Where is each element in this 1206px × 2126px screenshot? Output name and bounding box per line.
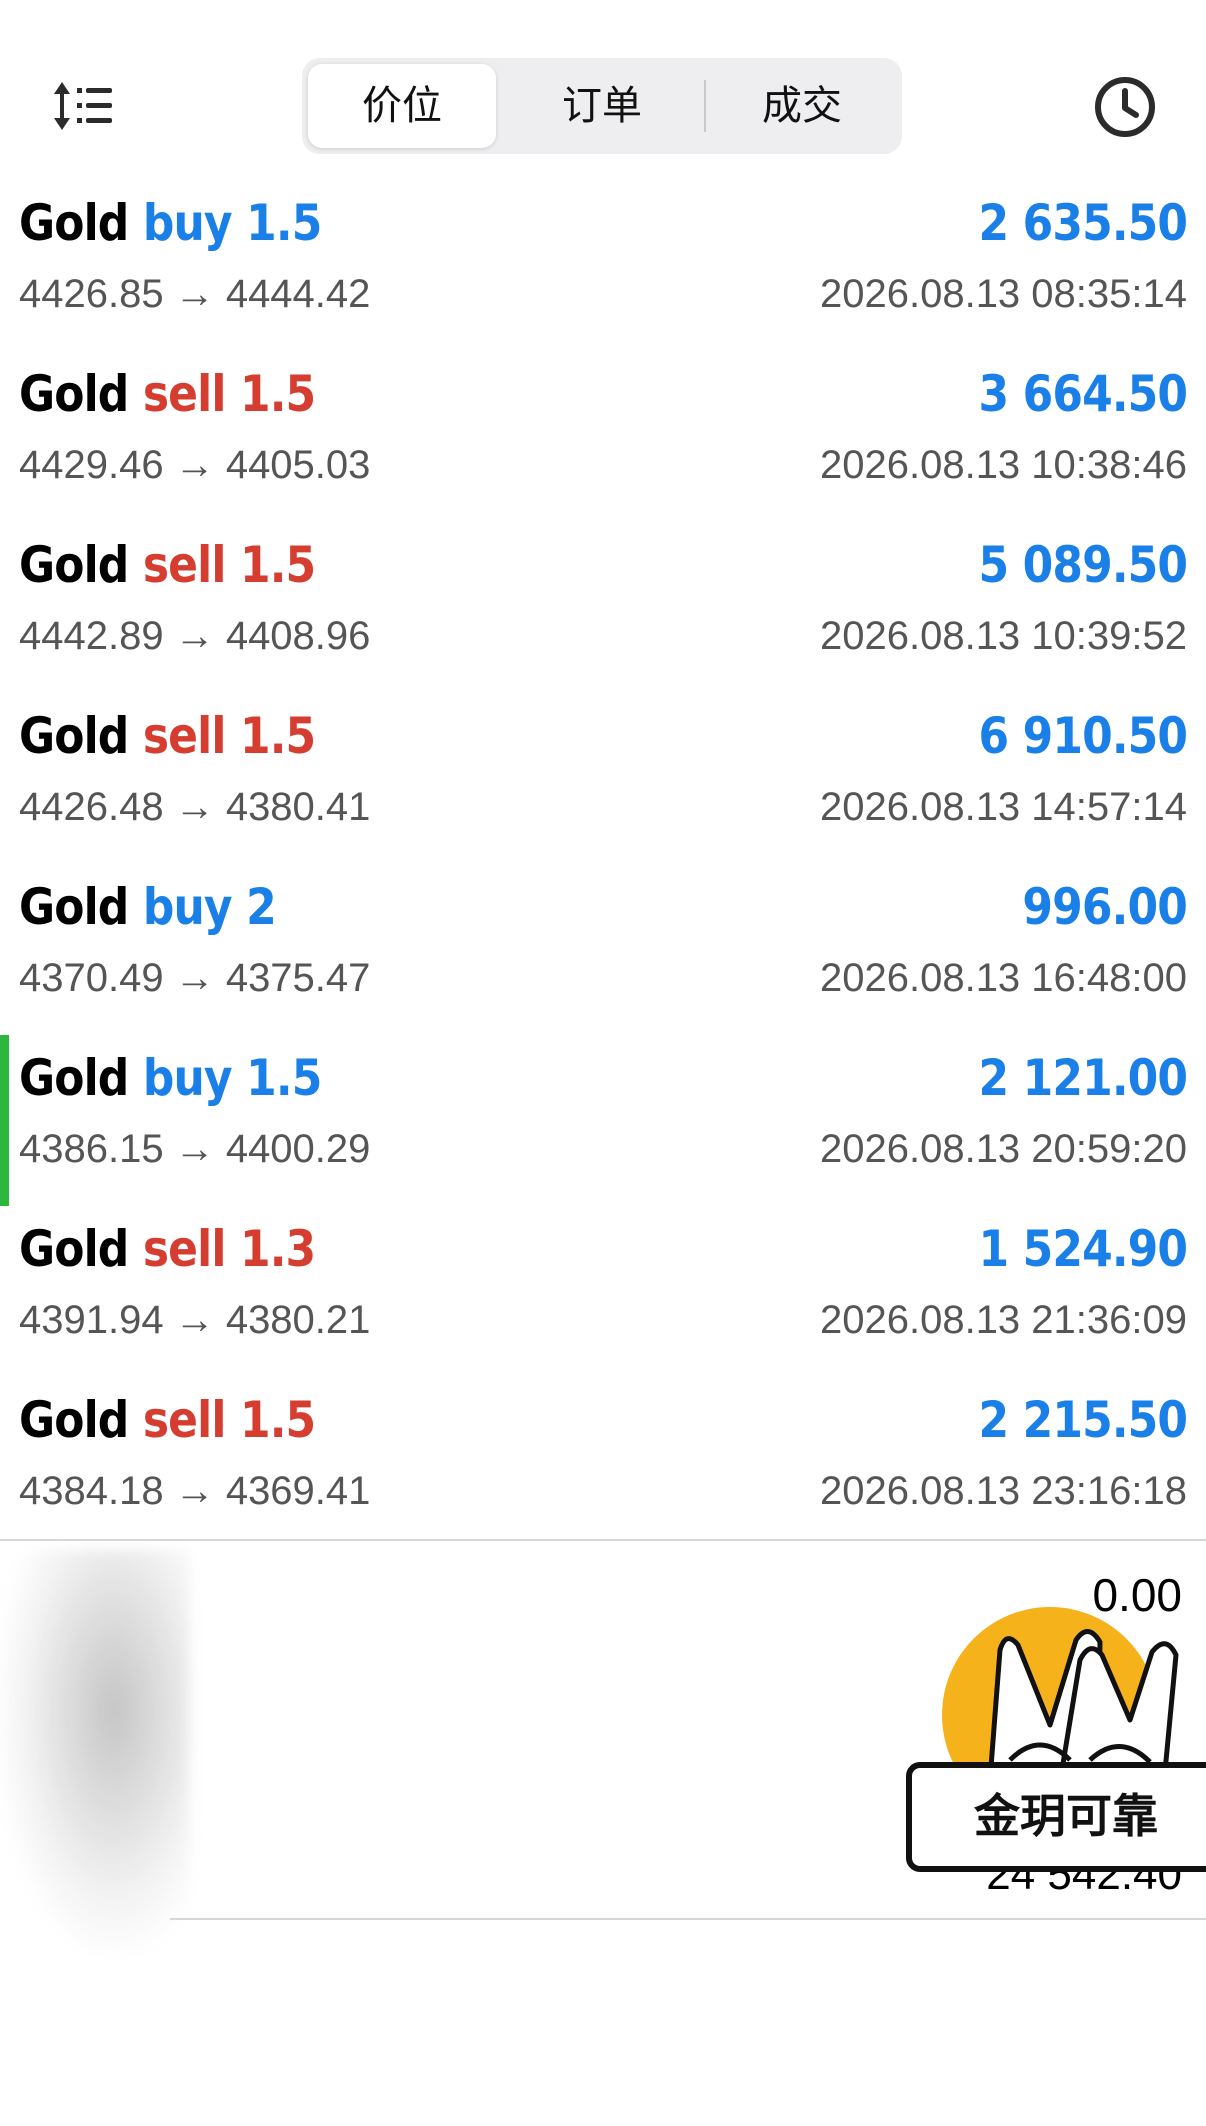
deal-row[interactable]: Gold sell 1.5 2 215.50 4384.18 → 4369.41…: [0, 1377, 1206, 1548]
deal-profit: 3 664.50: [978, 365, 1188, 423]
deal-side: sell: [142, 365, 227, 423]
deal-title: Gold sell 1.3: [19, 1220, 316, 1278]
deal-side: buy: [142, 878, 233, 936]
deal-volume: 1.5: [239, 536, 316, 594]
deal-title: Gold buy 1.5: [19, 1049, 322, 1107]
deal-side: sell: [142, 536, 227, 594]
tab-quotes[interactable]: 价位: [308, 64, 496, 148]
deal-symbol: Gold: [19, 707, 129, 765]
deal-prices: 4442.89 → 4408.96: [19, 614, 371, 658]
tab-deals[interactable]: 成交: [708, 64, 896, 148]
sticker-label: 金玥可靠: [906, 1762, 1206, 1872]
deal-row[interactable]: Gold sell 1.3 1 524.90 4391.94 → 4380.21…: [0, 1206, 1206, 1377]
deal-profit: 6 910.50: [978, 707, 1188, 765]
deal-symbol: Gold: [19, 1391, 129, 1449]
deals-list: Gold buy 1.5 2 635.50 4426.85 → 4444.42 …: [0, 180, 1206, 1548]
deal-prices: 4386.15 → 4400.29: [19, 1127, 371, 1171]
deal-row[interactable]: Gold sell 1.5 6 910.50 4426.48 → 4380.41…: [0, 693, 1206, 864]
selected-marker: [0, 1035, 9, 1206]
deal-prices: 4384.18 → 4369.41: [19, 1469, 371, 1513]
segmented-control: 价位 订单 成交: [302, 58, 902, 154]
deal-volume: 1.5: [239, 365, 316, 423]
deal-volume: 2: [246, 878, 277, 936]
deal-profit: 1 524.90: [978, 1220, 1188, 1278]
deal-side: sell: [142, 707, 227, 765]
clock-icon[interactable]: [1090, 72, 1160, 142]
deal-side: sell: [142, 1220, 227, 1278]
deal-profit: 2 635.50: [978, 194, 1188, 252]
deal-prices: 4429.46 → 4405.03: [19, 443, 371, 487]
deal-symbol: Gold: [19, 1220, 129, 1278]
blurred-summary-labels: [0, 1550, 190, 1950]
deal-profit: 2 215.50: [978, 1391, 1188, 1449]
deal-side: sell: [142, 1391, 227, 1449]
deal-prices: 4426.85 → 4444.42: [19, 272, 371, 316]
deal-side: buy: [142, 1049, 233, 1107]
tab-orders[interactable]: 订单: [508, 64, 696, 148]
deal-row[interactable]: Gold sell 1.5 3 664.50 4429.46 → 4405.03…: [0, 351, 1206, 522]
deal-symbol: Gold: [19, 536, 129, 594]
deal-symbol: Gold: [19, 194, 129, 252]
deal-row[interactable]: Gold sell 1.5 5 089.50 4442.89 → 4408.96…: [0, 522, 1206, 693]
deal-prices: 4426.48 → 4380.41: [19, 785, 371, 829]
deal-symbol: Gold: [19, 365, 129, 423]
deal-prices: 4391.94 → 4380.21: [19, 1298, 371, 1342]
deal-time: 2026.08.13 10:38:46: [819, 443, 1187, 487]
deal-volume: 1.5: [246, 1049, 322, 1107]
deal-time: 2026.08.13 10:39:52: [819, 614, 1187, 658]
deal-volume: 1.5: [239, 707, 316, 765]
deal-volume: 1.5: [239, 1391, 316, 1449]
deal-volume: 1.5: [246, 194, 322, 252]
deal-side: buy: [142, 194, 233, 252]
deal-title: Gold sell 1.5: [19, 1391, 316, 1449]
deal-time: 2026.08.13 14:57:14: [819, 785, 1187, 829]
deal-title: Gold sell 1.5: [19, 536, 316, 594]
deal-time: 2026.08.13 20:59:20: [819, 1127, 1187, 1171]
deal-time: 2026.08.13 08:35:14: [819, 272, 1187, 316]
deal-symbol: Gold: [19, 878, 129, 936]
deal-symbol: Gold: [19, 1049, 129, 1107]
deal-title: Gold buy 2: [19, 878, 277, 936]
deal-title: Gold sell 1.5: [19, 365, 316, 423]
deal-title: Gold sell 1.5: [19, 707, 316, 765]
deal-time: 2026.08.13 21:36:09: [819, 1298, 1187, 1342]
summary-divider: [0, 1539, 1206, 1541]
deal-title: Gold buy 1.5: [19, 194, 322, 252]
segment-divider: [704, 80, 706, 132]
deal-profit: 2 121.00: [978, 1049, 1188, 1107]
deal-time: 2026.08.13 16:48:00: [819, 956, 1187, 1000]
deal-volume: 1.3: [239, 1220, 316, 1278]
deal-profit: 996.00: [1022, 878, 1187, 936]
deal-prices: 4370.49 → 4375.47: [19, 956, 371, 1000]
deal-row[interactable]: Gold buy 1.5 2 635.50 4426.85 → 4444.42 …: [0, 180, 1206, 351]
sort-icon[interactable]: [50, 78, 116, 134]
deal-row[interactable]: Gold buy 2 996.00 4370.49 → 4375.47 2026…: [0, 864, 1206, 1035]
bottom-divider: [170, 1918, 1206, 1920]
toolbar: 价位 订单 成交: [0, 0, 1206, 180]
deal-row-selected[interactable]: Gold buy 1.5 2 121.00 4386.15 → 4400.29 …: [0, 1035, 1206, 1206]
deal-time: 2026.08.13 23:16:18: [819, 1469, 1187, 1513]
deal-profit: 5 089.50: [978, 536, 1188, 594]
